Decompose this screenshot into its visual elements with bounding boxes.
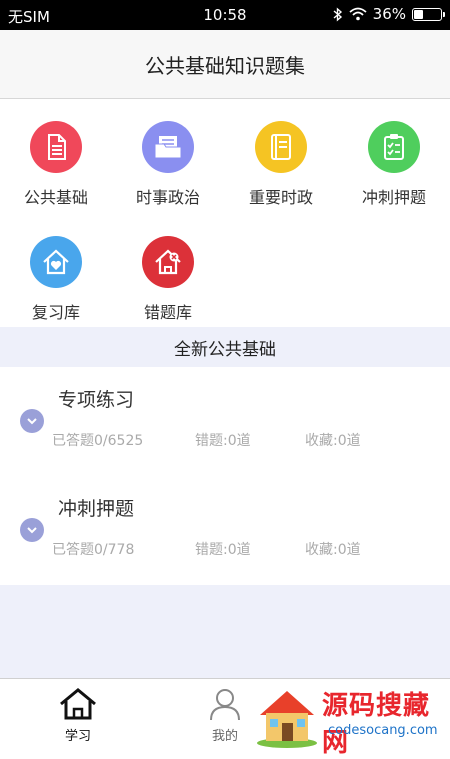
battery-percent: 36% [372,5,406,23]
answered-count: 已答题0/778 [52,542,135,558]
tile-label: 公共基础 [23,188,88,207]
page-title: 公共基础知识题集 [0,30,450,99]
item-title: 冲刺押题 [58,498,135,520]
watermark-text: 源码搜藏网 [322,691,431,758]
folder-icon [142,121,194,173]
favorite-count: 收藏:0道 [305,542,361,558]
battery-icon [412,7,445,21]
tab-label: 我的 [211,729,238,744]
tile-important-politics[interactable]: 重要时政 [225,99,337,209]
chevron-down-icon[interactable] [20,518,44,542]
tile-label: 时事政治 [135,188,200,207]
status-indicators: 36% [333,5,445,23]
wrong-count: 错题:0道 [195,542,251,558]
home-x-icon [142,236,194,288]
user-icon [210,689,240,721]
empty-area [0,585,450,678]
document-icon [30,121,82,173]
tile-label: 冲刺押题 [361,188,426,207]
tile-review-bank[interactable]: 复习库 [0,214,112,324]
favorite-count: 收藏:0道 [305,433,361,449]
tab-study[interactable]: 学习 [28,679,128,751]
book-icon [255,121,307,173]
home-icon [60,688,96,720]
watermark-url: codesocang.com [328,723,438,738]
item-title: 专项练习 [58,389,135,411]
clipboard-icon [368,121,420,173]
tile-public-basics[interactable]: 公共基础 [0,99,112,209]
tile-sprint-questions[interactable]: 冲刺押题 [338,99,450,209]
category-grid: 公共基础 时事政治 重要时政 冲刺押题 复习库 错题库 [0,99,450,327]
wrong-count: 错题:0道 [195,433,251,449]
tab-label: 学习 [64,729,91,744]
tile-wrong-bank[interactable]: 错题库 [112,214,224,324]
wifi-icon [349,7,367,21]
home-heart-icon [30,236,82,288]
list-item-sprint[interactable]: 冲刺押题 已答题0/778 错题:0道 收藏:0道 [0,476,450,585]
tile-label: 错题库 [143,303,192,322]
list-item-special-practice[interactable]: 专项练习 已答题0/6525 错题:0道 收藏:0道 [0,367,450,476]
practice-list: 专项练习 已答题0/6525 错题:0道 收藏:0道 冲刺押题 已答题0/778… [0,367,450,585]
answered-count: 已答题0/6525 [52,433,144,449]
status-bar: 无SIM 10:58 36% [0,0,450,30]
chevron-down-icon[interactable] [20,409,44,433]
house-logo-icon [257,691,317,748]
bluetooth-icon [333,6,342,22]
tile-label: 复习库 [31,303,80,322]
tile-current-affairs[interactable]: 时事政治 [112,99,224,209]
watermark-logo: 源码搜藏网 codesocang.com [250,683,450,758]
section-title: 全新公共基础 [0,327,450,367]
tile-label: 重要时政 [248,188,313,207]
